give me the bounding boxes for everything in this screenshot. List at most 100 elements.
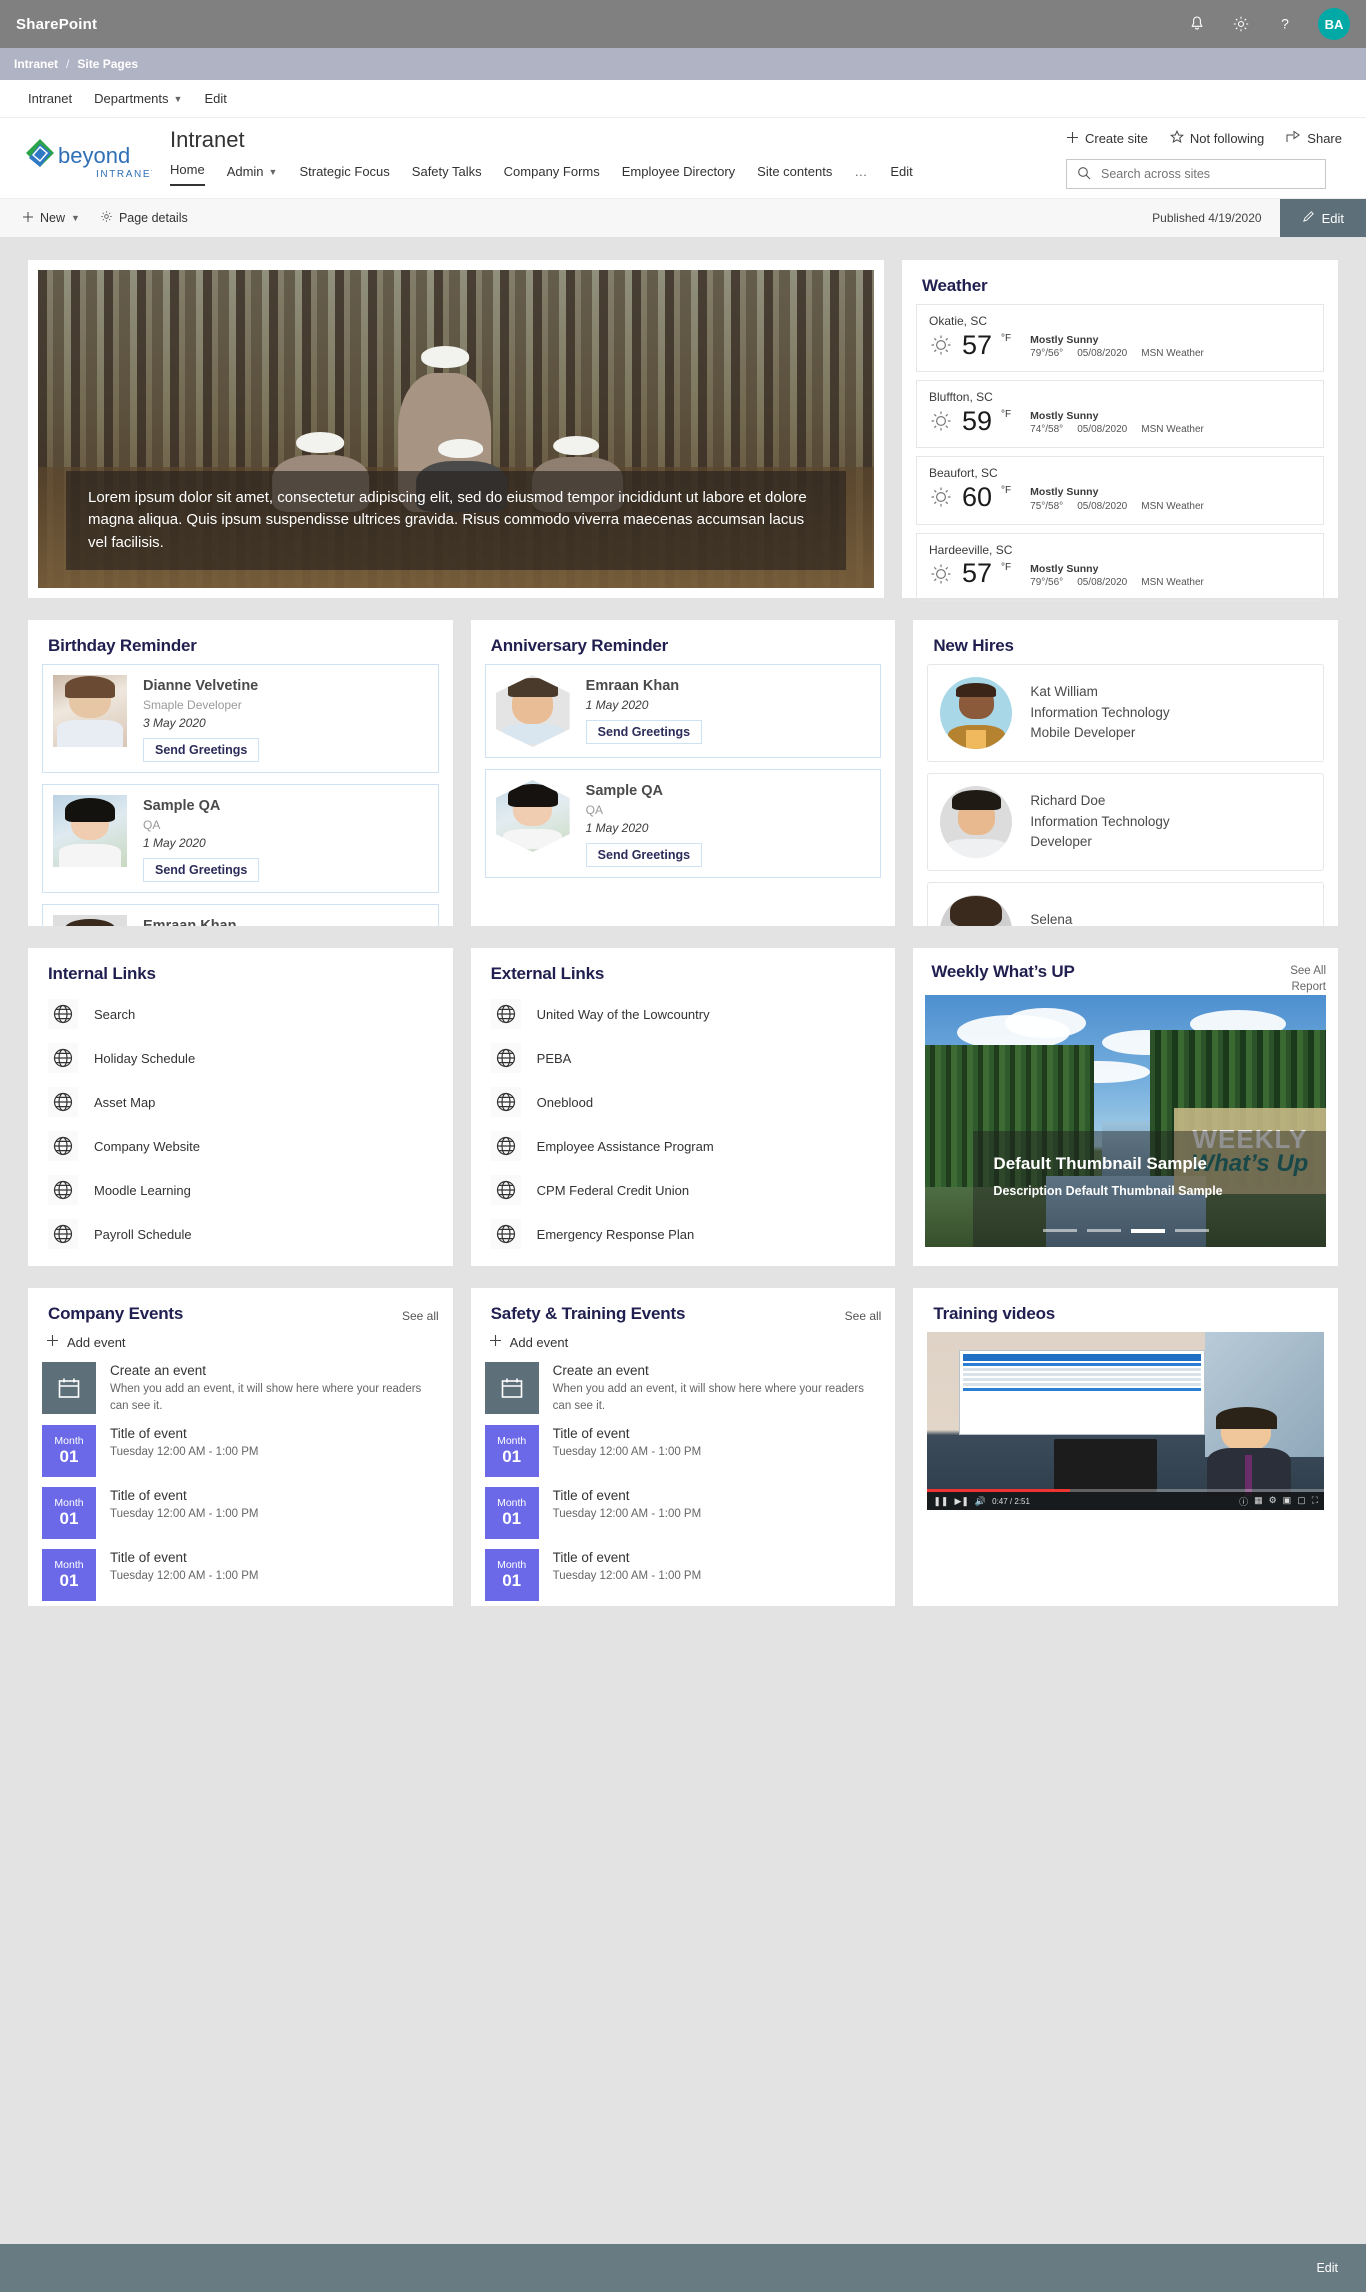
carousel-dot[interactable] <box>1174 1229 1209 1233</box>
suite-bar-title[interactable]: SharePoint <box>16 16 97 33</box>
breadcrumb-item-site-pages[interactable]: Site Pages <box>77 57 138 71</box>
nav-item-home[interactable]: Home <box>170 162 205 187</box>
carousel-dot[interactable] <box>1086 1229 1121 1233</box>
nav-overflow-icon[interactable]: … <box>854 164 868 186</box>
theater-icon[interactable]: ▢ <box>1297 1495 1306 1508</box>
anniversary-item[interactable]: Sample QA QA 1 May 2020 Send Greetings <box>484 769 882 879</box>
edit-button[interactable]: Edit <box>1279 199 1366 237</box>
internal-link-item[interactable]: Search <box>42 992 439 1036</box>
new-label: New <box>40 211 66 225</box>
next-icon[interactable]: ▶❚ <box>954 1496 968 1507</box>
settings-icon[interactable]: ⚙ <box>1269 1495 1277 1508</box>
help-icon[interactable]: ? <box>1274 13 1296 35</box>
create-site-button[interactable]: Create site <box>1066 130 1148 147</box>
event-time: Tuesday 12:00 AM - 1:00 PM <box>552 1570 702 1583</box>
hero-banner[interactable]: Lorem ipsum dolor sit amet, consectetur … <box>38 270 874 588</box>
miniplayer-icon[interactable]: ▣ <box>1283 1495 1292 1508</box>
safety-events-see-all[interactable]: See all <box>845 1300 882 1323</box>
breadcrumb-item-intranet[interactable]: Intranet <box>14 57 58 71</box>
weather-unit: °F <box>1001 333 1012 344</box>
birthday-item[interactable]: Emraan Khan 1 May 1990 <box>42 904 439 926</box>
volume-icon[interactable]: 🔊 <box>975 1496 986 1507</box>
captions-icon[interactable]: ▦ <box>1254 1495 1263 1508</box>
topnav-item-departments[interactable]: Departments ▼ <box>94 91 182 106</box>
carousel-dot[interactable] <box>1042 1229 1077 1233</box>
company-events-see-all[interactable]: See all <box>402 1300 439 1323</box>
site-logo[interactable]: beyond INTRANET <box>20 128 160 198</box>
row-hero-weather: Lorem ipsum dolor sit amet, consectetur … <box>28 260 1338 601</box>
weather-item[interactable]: Beaufort, SC 60 °F Mostly Sunny 75°/58° <box>916 456 1324 525</box>
gear-icon[interactable] <box>1230 13 1252 35</box>
weather-item[interactable]: Hardeeville, SC 57 °F Mostly Sunny 79°/5… <box>916 532 1324 601</box>
add-event-button[interactable]: Add event <box>42 1332 439 1362</box>
nav-item-safety-talks[interactable]: Safety Talks <box>412 164 482 186</box>
nav-item-admin[interactable]: Admin ▼ <box>227 164 278 186</box>
birthday-item[interactable]: Sample QA QA 1 May 2020 Send Greetings <box>42 784 439 894</box>
carousel-dots <box>1042 1229 1209 1234</box>
new-button[interactable]: New ▼ <box>22 211 80 226</box>
newhire-item[interactable]: Selena Information Technology <box>927 882 1325 926</box>
event-item[interactable]: Month 01 Title of event Tuesday 12:00 AM… <box>484 1425 882 1478</box>
footer-edit-button[interactable]: Edit <box>1316 2261 1338 2275</box>
weather-item[interactable]: Bluffton, SC 59 °F Mostly Sunny 74°/58° <box>916 380 1324 449</box>
topnav-item-intranet[interactable]: Intranet <box>28 91 72 106</box>
weather-detail: Mostly Sunny 79°/56° 05/08/2020 MSN Weat… <box>1030 559 1204 589</box>
external-link-item[interactable]: Oneblood <box>485 1080 882 1124</box>
send-greetings-button[interactable]: Send Greetings <box>143 738 260 763</box>
bell-icon[interactable] <box>1186 13 1208 35</box>
external-link-item[interactable]: Employee Assistance Program <box>485 1124 882 1168</box>
newhire-item[interactable]: Richard Doe Information Technology Devel… <box>927 773 1325 871</box>
external-link-item[interactable]: United Way of the Lowcountry <box>485 992 882 1036</box>
external-link-item[interactable]: PEBA <box>485 1036 882 1080</box>
nav-item-edit[interactable]: Edit <box>890 164 912 186</box>
external-link-item[interactable]: Emergency Response Plan <box>485 1212 882 1256</box>
weather-item[interactable]: Okatie, SC 57 °F Mostly Sunny 79°/56° 05… <box>916 304 1324 373</box>
fullscreen-icon[interactable]: ⛶ <box>1312 1495 1318 1508</box>
nav-label: Home <box>170 162 205 178</box>
not-following-button[interactable]: Not following <box>1169 129 1264 147</box>
share-button[interactable]: Share <box>1286 130 1342 147</box>
event-item[interactable]: Month 01 Title of event Tuesday 12:00 AM… <box>484 1487 882 1540</box>
event-placeholder[interactable]: Create an event When you add an event, i… <box>42 1362 439 1415</box>
video-player[interactable]: ❚❚ ▶❚ 🔊 0:47 / 2:51 ⓘ ▦ ⚙ ▣ ▢ ⛶ <box>927 1332 1325 1510</box>
nav-item-strategic-focus[interactable]: Strategic Focus <box>299 164 389 186</box>
internal-link-item[interactable]: Company Website <box>42 1124 439 1168</box>
search-box[interactable] <box>1065 159 1326 189</box>
birthday-item[interactable]: Dianne Velvetine Smaple Developer 3 May … <box>42 664 439 774</box>
topnav-item-edit[interactable]: Edit <box>204 91 226 106</box>
whatsup-slide[interactable]: WEEKLY What’s Up Default Thumbnail Sampl… <box>925 995 1327 1248</box>
add-event-button[interactable]: Add event <box>485 1332 882 1362</box>
send-greetings-button[interactable]: Send Greetings <box>585 843 703 868</box>
info-icon[interactable]: ⓘ <box>1239 1495 1248 1508</box>
plus-icon <box>22 211 34 226</box>
send-greetings-button[interactable]: Send Greetings <box>143 858 260 883</box>
page-details-button[interactable]: Page details <box>100 210 188 226</box>
safety-events-header: Safety & Training Events See all <box>485 1300 882 1332</box>
event-placeholder[interactable]: Create an event When you add an event, i… <box>484 1362 882 1415</box>
event-item[interactable]: Month 01 Title of event Tuesday 12:00 AM… <box>42 1487 439 1540</box>
carousel-dot-active[interactable] <box>1130 1229 1165 1234</box>
avatar[interactable]: BA <box>1318 8 1350 40</box>
plus-icon <box>489 1334 502 1350</box>
search-input[interactable] <box>1100 167 1315 181</box>
event-item[interactable]: Month 01 Title of event Tuesday 12:00 AM… <box>42 1425 439 1478</box>
event-item[interactable]: Month 01 Title of event Tuesday 12:00 AM… <box>484 1549 882 1602</box>
whatsup-see-all-report[interactable]: See All Report <box>1290 958 1326 995</box>
send-greetings-button[interactable]: Send Greetings <box>585 720 703 745</box>
nav-item-site-contents[interactable]: Site contents <box>757 164 832 186</box>
internal-link-item[interactable]: Holiday Schedule <box>42 1036 439 1080</box>
weather-row: 57 °F Mostly Sunny 79°/56° 05/08/2020 MS… <box>929 559 1311 589</box>
anniversary-item[interactable]: Emraan Khan 1 May 2020 Send Greetings <box>484 664 882 758</box>
internal-link-item[interactable]: Payroll Schedule <box>42 1212 439 1256</box>
nav-item-employee-directory[interactable]: Employee Directory <box>622 164 735 186</box>
internal-links-list: Search Holiday Schedule Asset Map Compan… <box>42 992 439 1256</box>
event-item[interactable]: Month 01 Title of event Tuesday 12:00 AM… <box>42 1549 439 1602</box>
internal-link-item[interactable]: Asset Map <box>42 1080 439 1124</box>
pause-icon[interactable]: ❚❚ <box>933 1496 948 1507</box>
external-link-item[interactable]: CPM Federal Credit Union <box>485 1168 882 1212</box>
nav-item-company-forms[interactable]: Company Forms <box>504 164 600 186</box>
newhire-item[interactable]: Kat William Information Technology Mobil… <box>927 664 1325 762</box>
event-title: Title of event <box>552 1550 630 1566</box>
internal-link-item[interactable]: Moodle Learning <box>42 1168 439 1212</box>
event-placeholder-title: Create an event <box>110 1363 207 1378</box>
